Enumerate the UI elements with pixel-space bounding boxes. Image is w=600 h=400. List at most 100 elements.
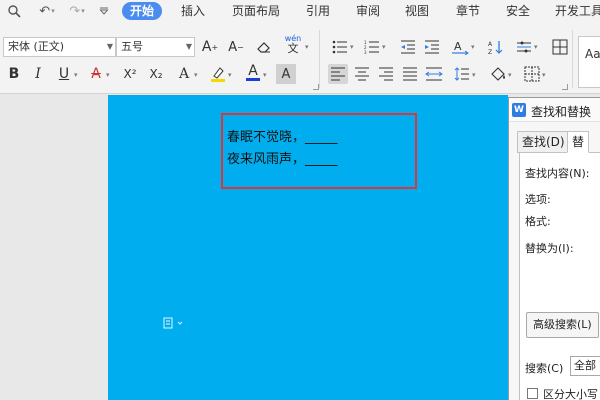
numbered-list-icon: 123 xyxy=(364,40,379,54)
chevron-down-icon[interactable]: ▾ xyxy=(350,43,354,51)
tab-references[interactable]: 引用 xyxy=(306,0,330,22)
justify-icon xyxy=(403,67,417,81)
align-center-button[interactable] xyxy=(352,64,372,84)
text-direction-button[interactable]: A xyxy=(450,37,470,57)
line-spacing-icon xyxy=(454,67,469,81)
tab-replace[interactable]: 替 xyxy=(567,131,590,153)
find-what-label: 查找内容(N): xyxy=(525,167,590,180)
dialog-title: 查找和替换 xyxy=(531,105,592,119)
line-spacing-button[interactable] xyxy=(452,64,472,84)
increase-indent-icon xyxy=(425,40,439,54)
dialog-title-bar[interactable]: W 查找和替换 xyxy=(509,98,600,122)
tab-section[interactable]: 章节 xyxy=(456,0,480,22)
text-effect-button[interactable]: A xyxy=(174,64,194,84)
adjust-spacing-icon xyxy=(517,41,531,53)
advanced-search-button[interactable]: 高级搜索(L) xyxy=(526,312,599,338)
chevron-down-icon[interactable]: ▾ xyxy=(228,71,232,79)
redo-icon[interactable]: ↷ ▾ xyxy=(66,3,88,19)
poem-line: 夜来风雨声，_____ xyxy=(227,152,338,167)
chevron-down-icon[interactable]: ▾ xyxy=(305,43,309,51)
chevron-down-icon[interactable]: ▾ xyxy=(472,71,476,79)
svg-text:A: A xyxy=(454,40,462,53)
chevron-down-icon[interactable]: ▾ xyxy=(471,43,475,51)
increase-indent-button[interactable] xyxy=(422,37,442,57)
replace-with-label: 替换为(I): xyxy=(525,242,574,255)
tab-developer[interactable]: 开发工具 xyxy=(555,0,600,22)
shrink-font-button[interactable]: A − xyxy=(226,37,246,57)
chevron-down-icon[interactable]: ▾ xyxy=(263,71,267,79)
line-spacing-options-button[interactable] xyxy=(514,37,534,57)
chevron-down-icon[interactable]: ▾ xyxy=(508,71,512,79)
table-grid-icon xyxy=(552,39,568,55)
italic-button[interactable]: I xyxy=(28,64,48,84)
chevron-down-icon[interactable]: ▾ xyxy=(542,71,546,79)
distributed-align-button[interactable] xyxy=(424,64,444,84)
paragraph-dialog-launcher[interactable] xyxy=(562,84,568,90)
shading-button[interactable] xyxy=(488,64,508,84)
align-left-button[interactable] xyxy=(328,64,348,84)
replace-panel: 查找内容(N): 选项: 格式: 替换为(I): 高级搜索(L) 搜索(C) 全… xyxy=(519,152,600,400)
grow-font-button[interactable]: A + xyxy=(200,37,220,57)
sort-button[interactable]: AZ xyxy=(486,37,506,57)
align-right-button[interactable] xyxy=(376,64,396,84)
customize-icon[interactable] xyxy=(96,3,112,19)
eraser-icon xyxy=(257,42,270,53)
poem-line: 春眠不觉晓，_____ xyxy=(227,130,338,145)
search-direction-label: 搜索(C) xyxy=(525,362,564,375)
paste-options-icon[interactable] xyxy=(163,317,185,332)
justify-button[interactable] xyxy=(400,64,420,84)
search-direction-select[interactable]: 全部 xyxy=(570,356,600,376)
svg-text:A: A xyxy=(488,41,493,48)
text-box[interactable]: 春眠不觉晓，_____ 夜来风雨声，_____ xyxy=(221,113,417,189)
group-separator xyxy=(572,30,573,88)
font-name-combo[interactable]: 宋体 (正文) ▼ xyxy=(3,37,116,57)
strikethrough-button[interactable]: A xyxy=(86,64,106,84)
tab-home[interactable]: 开始 xyxy=(122,2,163,20)
font-size-value: 五号 xyxy=(121,40,143,53)
align-left-icon xyxy=(331,67,345,81)
format-label: 格式: xyxy=(525,215,551,228)
decrease-indent-icon xyxy=(401,40,415,54)
font-size-combo[interactable]: 五号 ▼ xyxy=(116,37,195,57)
match-case-label: 区分大小写 xyxy=(543,388,598,400)
numbered-list-button[interactable]: 123 xyxy=(362,37,382,57)
bullet-list-button[interactable] xyxy=(330,37,350,57)
wps-writer-icon: W xyxy=(512,103,526,117)
pinyin-guide-button[interactable]: wén 文 xyxy=(282,35,304,55)
chevron-down-icon[interactable]: ▾ xyxy=(194,71,198,79)
highlight-button[interactable] xyxy=(208,64,228,84)
print-preview-icon[interactable] xyxy=(6,3,22,19)
tab-insert[interactable]: 插入 xyxy=(181,0,205,22)
char-shading-button[interactable]: A xyxy=(276,64,296,84)
tab-page-layout[interactable]: 页面布局 xyxy=(232,0,280,22)
chevron-down-icon[interactable]: ▾ xyxy=(106,71,110,79)
chevron-down-icon[interactable]: ▾ xyxy=(534,43,538,51)
match-case-checkbox[interactable] xyxy=(527,388,538,399)
undo-icon[interactable]: ↶ ▾ xyxy=(36,3,58,19)
decrease-indent-button[interactable] xyxy=(398,37,418,57)
bold-button[interactable]: B xyxy=(4,64,24,84)
clear-format-button[interactable] xyxy=(254,37,274,57)
font-color-icon: A xyxy=(248,62,258,79)
group-separator xyxy=(319,30,320,88)
chevron-down-icon: ▼ xyxy=(185,42,192,51)
show-marks-button[interactable] xyxy=(550,37,570,57)
document-page[interactable]: 春眠不觉晓，_____ 夜来风雨声，_____ xyxy=(108,95,508,400)
borders-button[interactable] xyxy=(522,64,542,84)
tab-review[interactable]: 审阅 xyxy=(356,0,380,22)
subscript-button[interactable]: X₂ xyxy=(146,64,166,84)
superscript-button[interactable]: X² xyxy=(120,64,140,84)
tab-find[interactable]: 查找(D) xyxy=(517,131,570,153)
font-color-button[interactable]: A xyxy=(243,62,263,82)
tab-security[interactable]: 安全 xyxy=(506,0,530,22)
underline-button[interactable]: U xyxy=(54,64,74,84)
styles-gallery[interactable]: Aa xyxy=(578,36,600,88)
highlighter-icon xyxy=(211,67,225,82)
ribbon: 宋体 (正文) ▼ 五号 ▼ A + A − wén 文 ▾ B I U ▾ A ▾ … xyxy=(0,22,600,94)
chevron-down-icon[interactable]: ▾ xyxy=(382,43,386,51)
chevron-down-icon[interactable]: ▾ xyxy=(74,71,78,79)
sort-icon: AZ xyxy=(488,41,503,55)
tab-view[interactable]: 视图 xyxy=(405,0,429,22)
align-right-icon xyxy=(379,67,393,81)
borders-icon xyxy=(524,66,540,82)
